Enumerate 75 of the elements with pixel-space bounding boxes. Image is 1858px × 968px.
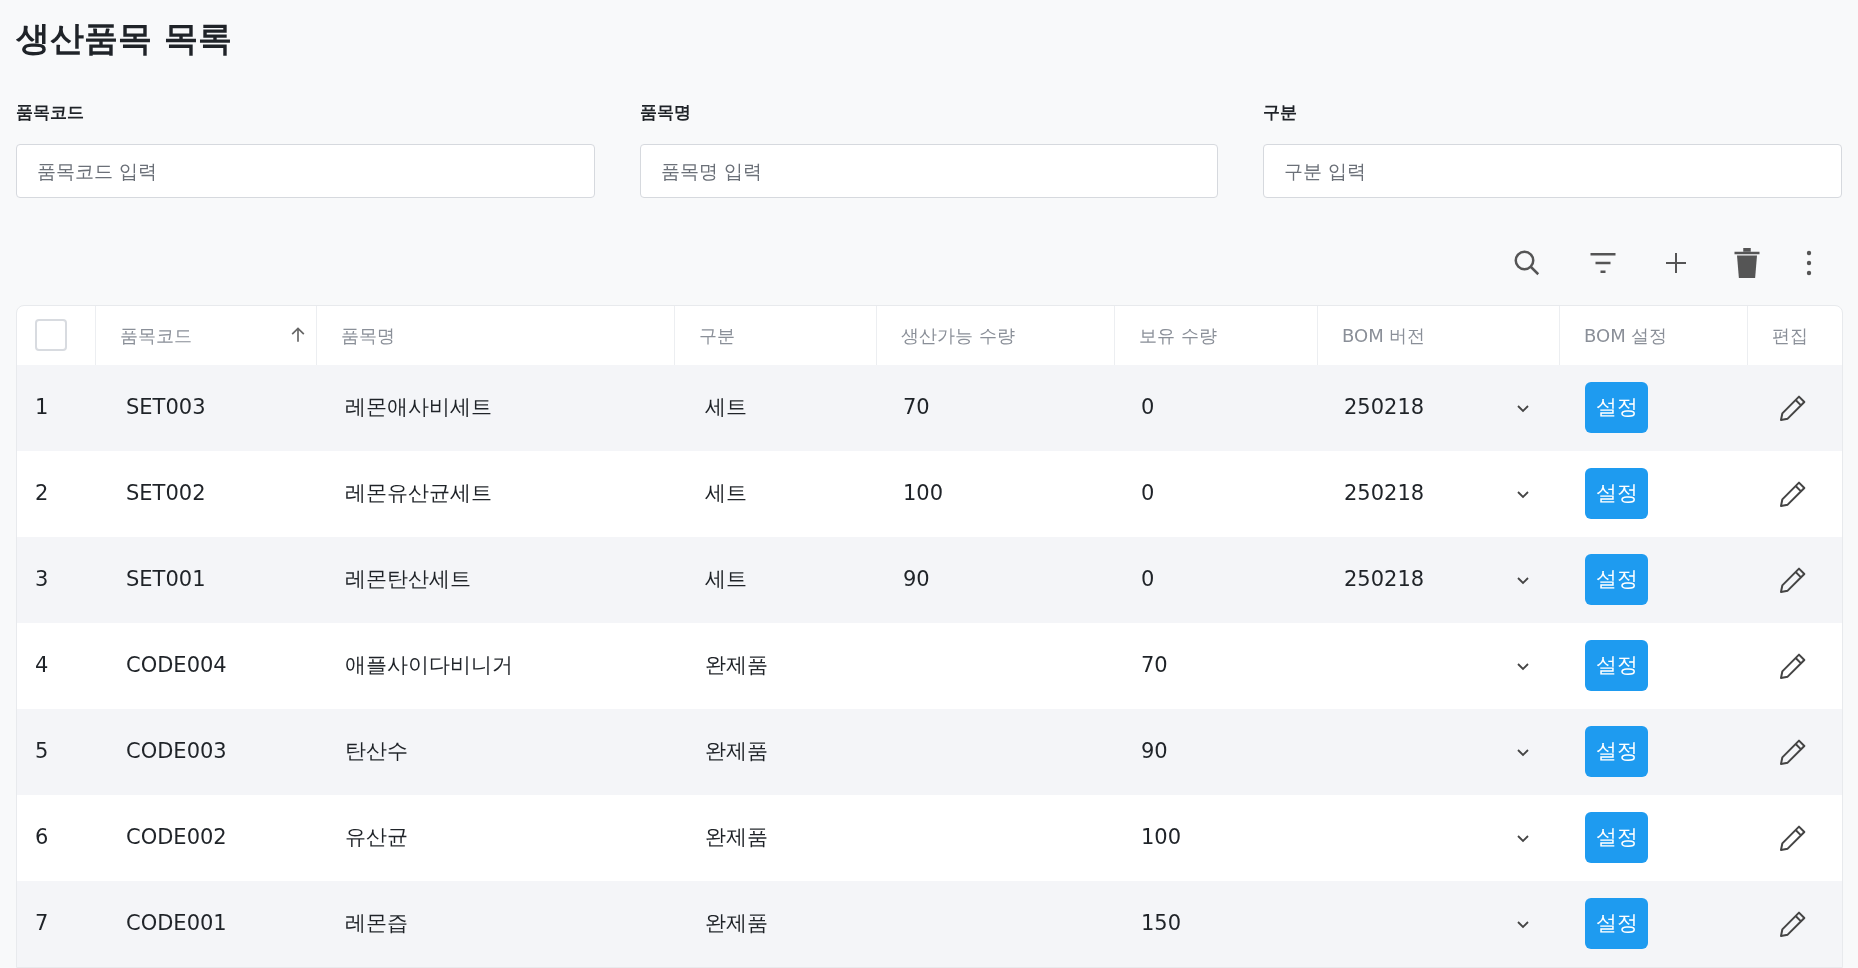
item-code: SET003 xyxy=(126,393,206,421)
filter-input-field[interactable]: 품목명 입력 xyxy=(639,143,1219,198)
bom-settings-button[interactable]: 설정 xyxy=(1585,554,1648,605)
stock-quantity: 100 xyxy=(1141,823,1182,851)
chevron-down-icon[interactable] xyxy=(1516,918,1530,929)
column-header[interactable]: BOM 설정 xyxy=(1584,321,1668,349)
column-header[interactable]: 생산가능 수량 xyxy=(901,321,1015,349)
item-code: SET002 xyxy=(126,479,206,507)
filter-label: 구분 xyxy=(1263,101,1299,124)
filter-input-field[interactable]: 구분 입력 xyxy=(1263,143,1842,198)
item-name: 레몬애사비세트 xyxy=(345,393,492,421)
item-name: 애플사이다비니거 xyxy=(345,651,513,679)
stock-quantity: 150 xyxy=(1141,909,1182,937)
filter-label: 품목명 xyxy=(639,101,692,124)
producible-quantity: 100 xyxy=(903,479,944,507)
bom-settings-button[interactable]: 설정 xyxy=(1585,468,1648,519)
bom-version: 250218 xyxy=(1344,479,1425,507)
item-name: 레몬즙 xyxy=(345,909,408,937)
filter-icon[interactable] xyxy=(1588,250,1618,275)
item-code: CODE003 xyxy=(126,737,227,765)
bom-settings-button[interactable]: 설정 xyxy=(1585,898,1648,949)
bom-settings-button[interactable]: 설정 xyxy=(1585,640,1648,691)
item-type: 세트 xyxy=(705,393,747,421)
producible-quantity: 90 xyxy=(903,565,930,593)
bom-settings-button[interactable]: 설정 xyxy=(1585,726,1648,777)
page-title: 생산품목 목록 xyxy=(16,17,233,60)
stock-quantity: 90 xyxy=(1141,737,1168,765)
column-header[interactable]: 편집 xyxy=(1772,321,1808,349)
bom-version: 250218 xyxy=(1344,393,1425,421)
trash-icon[interactable] xyxy=(1734,247,1760,278)
item-type: 세트 xyxy=(705,565,747,593)
chevron-down-icon[interactable] xyxy=(1516,574,1530,585)
item-type: 완제품 xyxy=(705,823,768,851)
chevron-down-icon[interactable] xyxy=(1516,746,1530,757)
chevron-down-icon[interactable] xyxy=(1516,832,1530,843)
row-number: 1 xyxy=(35,393,49,421)
select-all-checkbox[interactable] xyxy=(35,319,67,351)
row-number: 2 xyxy=(35,479,49,507)
stock-quantity: 0 xyxy=(1141,565,1155,593)
column-header[interactable]: BOM 버전 xyxy=(1342,321,1426,349)
item-type: 완제품 xyxy=(705,909,768,937)
filter-input-field[interactable]: 품목코드 입력 xyxy=(16,143,595,198)
item-code: CODE002 xyxy=(126,823,227,851)
chevron-down-icon[interactable] xyxy=(1516,402,1530,413)
producible-quantity: 70 xyxy=(903,393,930,421)
row-number: 5 xyxy=(35,737,49,765)
item-type: 세트 xyxy=(705,479,747,507)
stock-quantity: 70 xyxy=(1141,651,1168,679)
filter-label: 품목코드 xyxy=(16,101,85,124)
item-name: 레몬탄산세트 xyxy=(345,565,471,593)
bom-settings-button[interactable]: 설정 xyxy=(1585,382,1648,433)
column-header[interactable]: 구분 xyxy=(699,321,735,349)
row-number: 7 xyxy=(35,909,49,937)
stock-quantity: 0 xyxy=(1141,393,1155,421)
stock-quantity: 0 xyxy=(1141,479,1155,507)
item-code: SET001 xyxy=(126,565,206,593)
add-icon[interactable] xyxy=(1664,250,1688,275)
column-header[interactable]: 품목명 xyxy=(341,321,395,349)
chevron-down-icon[interactable] xyxy=(1516,660,1530,671)
item-code: CODE001 xyxy=(126,909,227,937)
item-name: 탄산수 xyxy=(345,737,408,765)
more-icon[interactable] xyxy=(1806,249,1812,276)
row-number: 3 xyxy=(35,565,49,593)
bom-version: 250218 xyxy=(1344,565,1425,593)
item-name: 레몬유산균세트 xyxy=(345,479,492,507)
item-type: 완제품 xyxy=(705,651,768,679)
column-header[interactable]: 보유 수량 xyxy=(1139,321,1217,349)
row-number: 6 xyxy=(35,823,49,851)
chevron-down-icon[interactable] xyxy=(1516,488,1530,499)
row-number: 4 xyxy=(35,651,49,679)
item-name: 유산균 xyxy=(345,823,408,851)
bom-settings-button[interactable]: 설정 xyxy=(1585,812,1648,863)
item-type: 완제품 xyxy=(705,737,768,765)
column-header[interactable]: 품목코드 xyxy=(120,321,192,349)
item-code: CODE004 xyxy=(126,651,227,679)
